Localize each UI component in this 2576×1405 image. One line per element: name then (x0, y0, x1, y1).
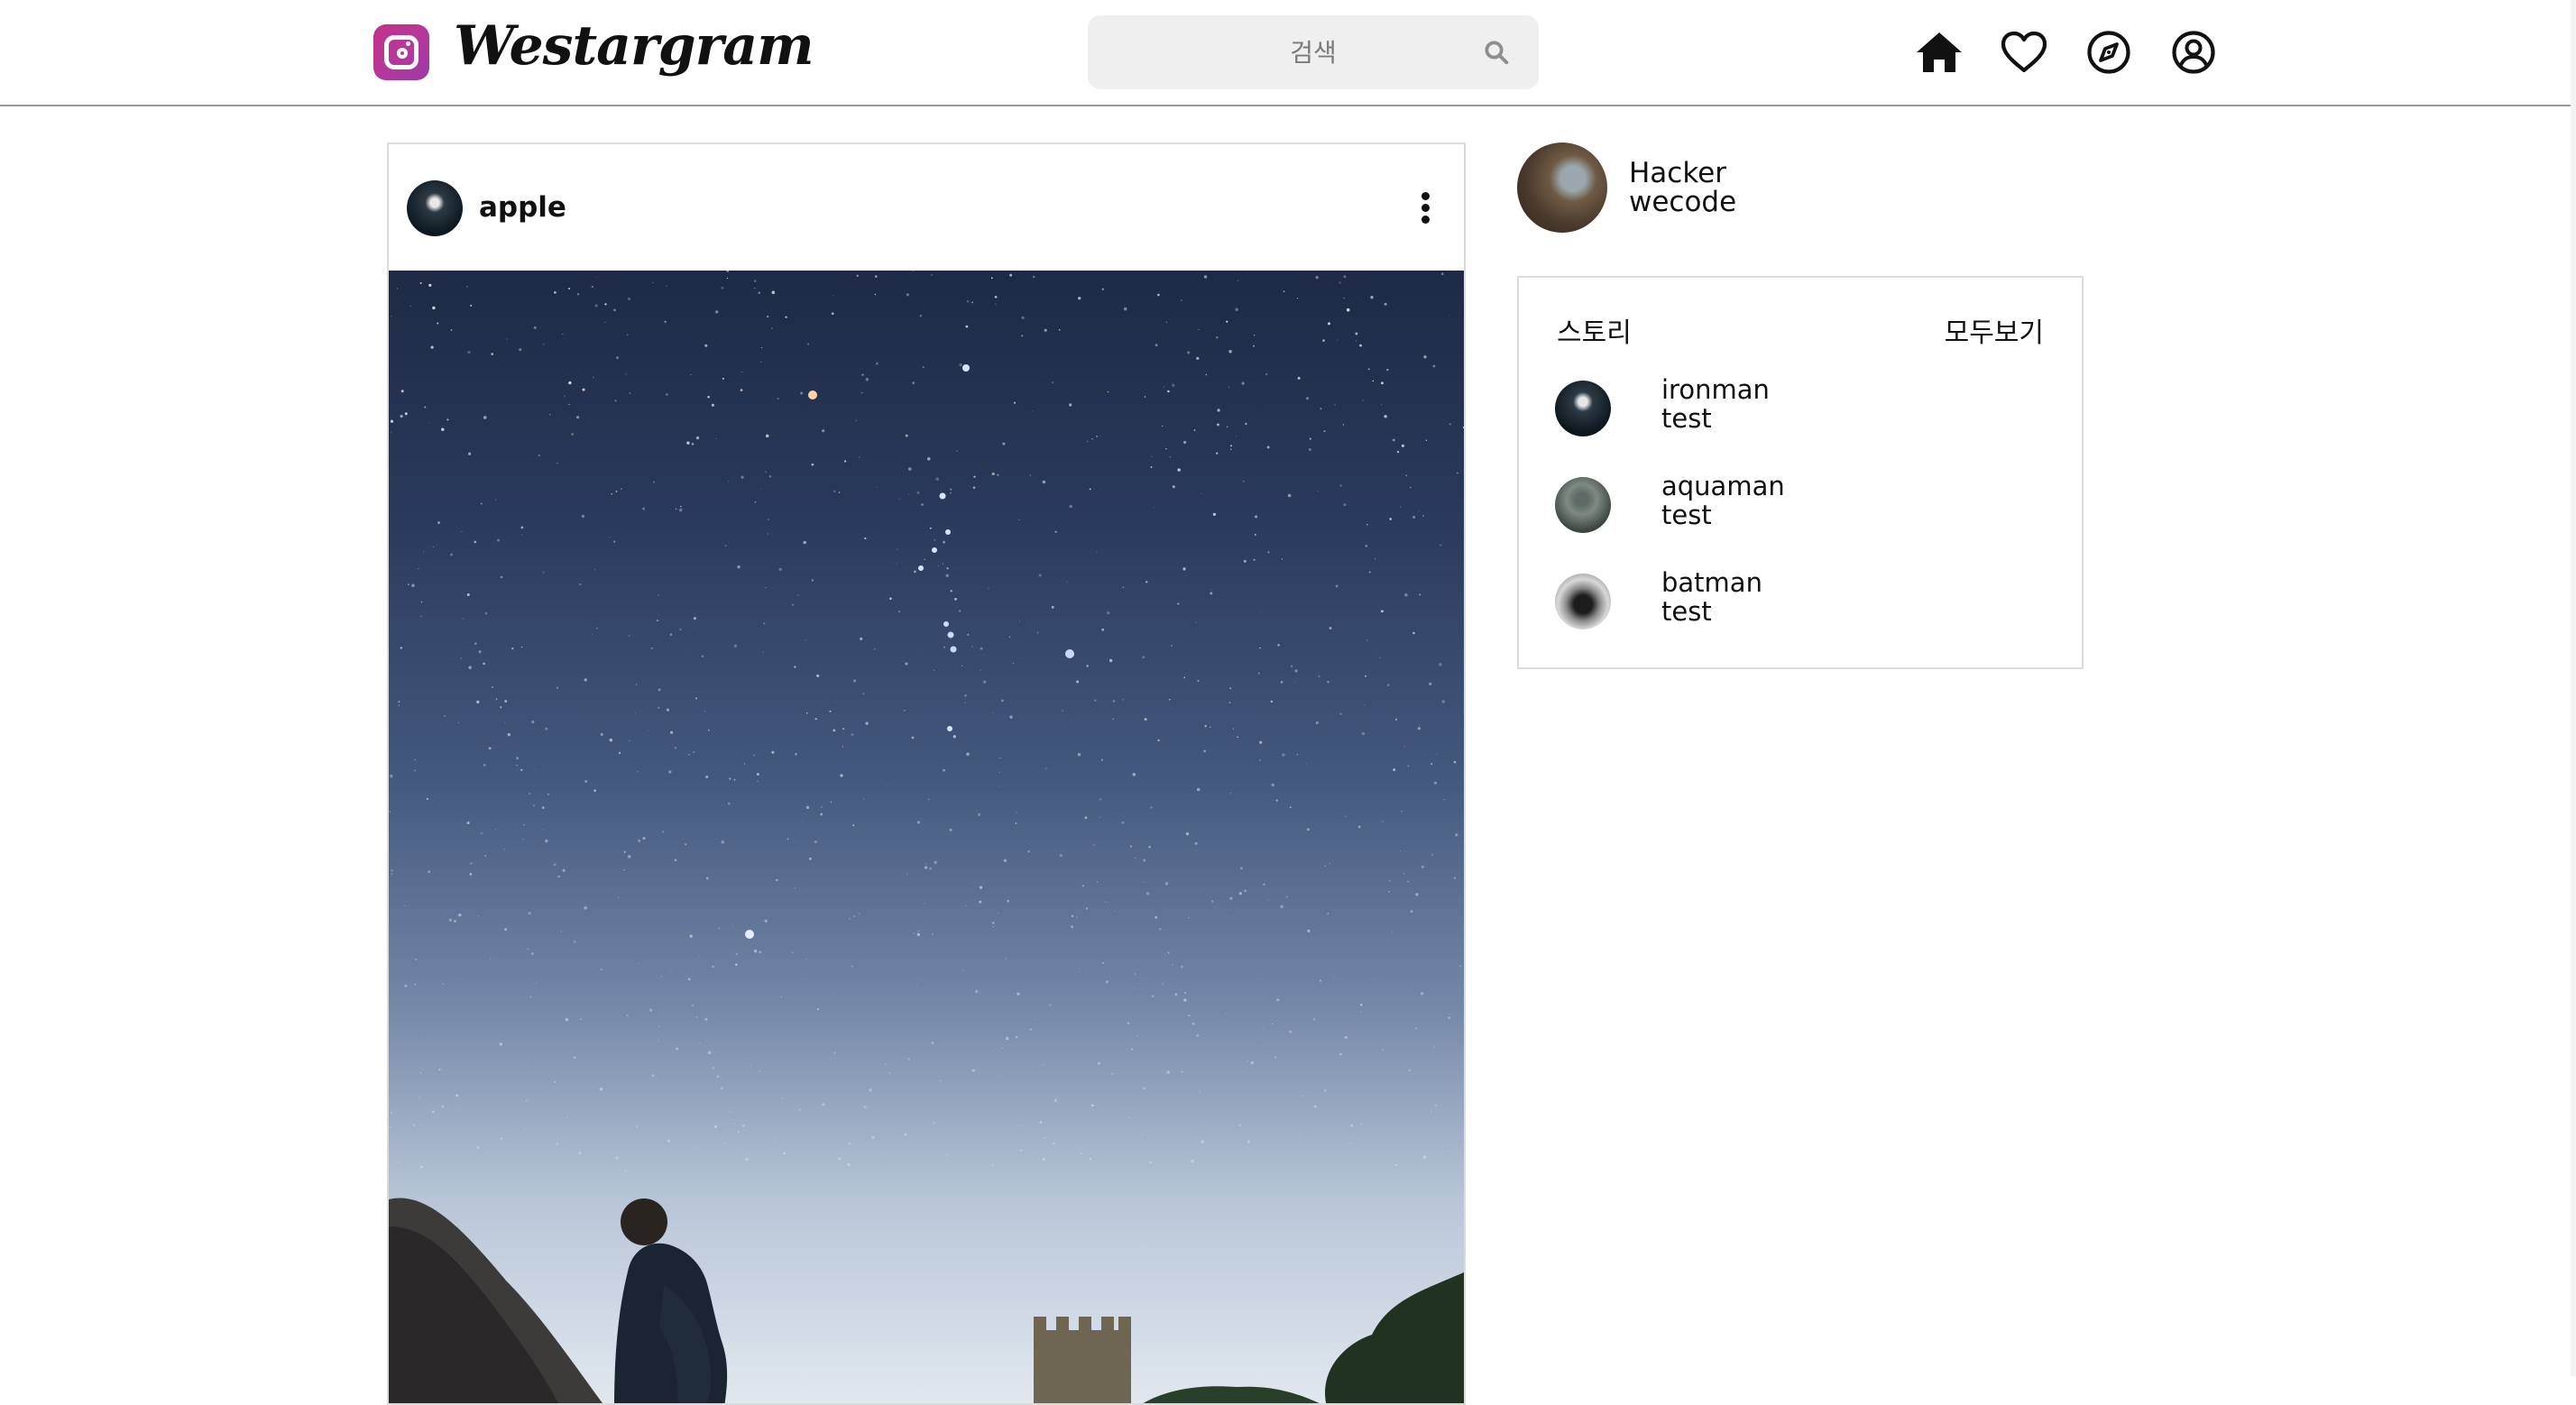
instagram-logo-icon[interactable] (373, 24, 429, 80)
story-item-batman[interactable]: batman test (1555, 568, 2060, 633)
camera-outline-icon (384, 35, 419, 69)
activity-button[interactable] (1999, 27, 2049, 78)
story-item-ironman[interactable]: ironman test (1555, 375, 2060, 440)
story-avatar (1555, 574, 1611, 629)
brand-title[interactable]: Westargram (454, 14, 814, 78)
story-avatar (1555, 381, 1611, 436)
more-options-icon[interactable] (1412, 189, 1439, 225)
heart-icon (2001, 31, 2047, 73)
search-bar[interactable] (1088, 15, 1539, 89)
stories-panel: 스토리 모두보기 ironman test aquaman test batma… (1517, 276, 2084, 669)
story-avatar (1555, 477, 1611, 533)
profile-button[interactable] (2168, 27, 2219, 78)
post-author-avatar[interactable] (407, 180, 463, 236)
explore-button[interactable] (2084, 27, 2134, 78)
home-icon (1917, 32, 1962, 72)
my-profile-subtitle: wecode (1629, 186, 1737, 218)
night-sky-photo (389, 271, 1464, 1403)
page-scrollbar[interactable] (2571, 0, 2576, 1376)
user-circle-icon (2172, 31, 2215, 74)
search-icon[interactable] (1483, 39, 1510, 66)
stories-see-all-link[interactable]: 모두보기 (1945, 310, 2044, 350)
feed-post: apple (387, 142, 1466, 1405)
search-input[interactable] (1088, 15, 1539, 89)
story-username: aquaman (1661, 471, 1785, 501)
nav-icon-group (1914, 27, 2219, 78)
story-subtitle: test (1661, 500, 1712, 530)
top-navigation-bar: Westargram (0, 0, 2576, 106)
story-subtitle: test (1661, 596, 1712, 627)
story-username: ironman (1661, 374, 1770, 405)
compass-icon (2087, 31, 2130, 74)
story-subtitle: test (1661, 403, 1712, 434)
post-author-username[interactable]: apple (479, 191, 566, 224)
post-image[interactable] (389, 271, 1464, 1403)
home-button[interactable] (1914, 27, 1964, 78)
story-item-aquaman[interactable]: aquaman test (1555, 472, 2060, 537)
story-username: batman (1661, 567, 1762, 598)
stories-title: 스토리 (1557, 317, 1632, 349)
post-header: apple (389, 144, 1464, 271)
my-profile-name[interactable]: Hacker (1629, 159, 1726, 188)
my-profile-avatar[interactable] (1517, 142, 1607, 233)
